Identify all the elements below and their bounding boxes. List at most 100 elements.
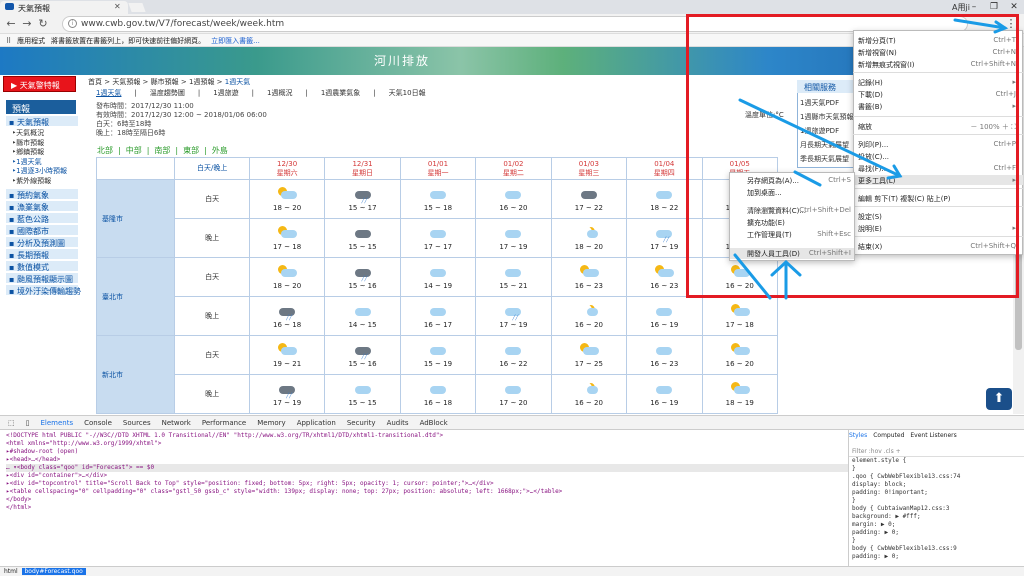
- weather-warning-button[interactable]: ▶ 天氣警特報: [3, 76, 76, 92]
- styles-tab[interactable]: Styles: [849, 432, 867, 439]
- dom-line[interactable]: ▸<head>…</head>: [6, 456, 848, 464]
- apps-icon[interactable]: ⠿: [6, 37, 11, 45]
- style-rule-line[interactable]: background: ▶ #fff;: [849, 513, 1024, 521]
- devtools-tab[interactable]: Application: [297, 419, 336, 427]
- left-menu-item[interactable]: ▪ 颱風預報顯示圖: [6, 273, 78, 284]
- forecast-cell[interactable]: ╱╱ 15 ~ 16: [324, 335, 401, 375]
- status-body[interactable]: body#Forecast.qoo: [21, 568, 86, 575]
- styles-tab[interactable]: Event Listeners: [910, 432, 956, 439]
- style-rule-line[interactable]: padding: ▶ 0;: [849, 529, 1024, 537]
- left-submenu-item[interactable]: ‣天氣概況: [12, 128, 78, 138]
- left-menu-item[interactable]: ▪ 漁業氣象: [6, 201, 78, 212]
- subnav-tab[interactable]: 溫度趨勢圖: [150, 89, 185, 97]
- style-rule-line[interactable]: body { CubtaiwanMap12.css:3: [849, 505, 1024, 513]
- forecast-cell[interactable]: 16 ~ 20: [475, 179, 552, 219]
- forecast-cell[interactable]: 15 ~ 15: [324, 218, 401, 258]
- apps-link[interactable]: 應用程式: [17, 37, 45, 45]
- style-rule-line[interactable]: }: [849, 465, 1024, 473]
- subnav-tab[interactable]: 1週旅遊: [213, 89, 238, 97]
- style-rule-line[interactable]: element.style {: [849, 457, 1024, 465]
- left-menu-item[interactable]: ▪ 預約氣象: [6, 189, 78, 200]
- forecast-cell[interactable]: 17 ~ 18: [248, 218, 326, 258]
- style-rule-line[interactable]: body { CwbWebFlexible13.css:9: [849, 545, 1024, 553]
- minimize-icon[interactable]: –: [964, 1, 984, 13]
- forecast-cell[interactable]: 17 ~ 22: [550, 179, 628, 219]
- city-name[interactable]: 新北市: [95, 335, 176, 414]
- forecast-cell[interactable]: 18 ~ 20: [550, 218, 628, 258]
- forecast-cell[interactable]: 18 ~ 19: [701, 374, 778, 414]
- back-icon[interactable]: ←: [4, 17, 18, 31]
- subnav-tab[interactable]: 1週農業氣象: [321, 89, 360, 97]
- forecast-cell[interactable]: 16 ~ 23: [626, 335, 703, 375]
- device-icon[interactable]: ▯: [26, 419, 30, 427]
- maximize-icon[interactable]: ❐: [984, 1, 1004, 13]
- forecast-cell[interactable]: 16 ~ 20: [550, 374, 628, 414]
- style-rule-line[interactable]: padding: 0!important;: [849, 489, 1024, 497]
- forecast-cell[interactable]: 16 ~ 22: [475, 335, 552, 375]
- forecast-cell[interactable]: 16 ~ 23: [550, 257, 628, 297]
- forecast-cell[interactable]: 14 ~ 19: [399, 257, 477, 297]
- style-rule-line[interactable]: padding: ▶ 0;: [849, 553, 1024, 561]
- forecast-cell[interactable]: 17 ~ 25: [550, 335, 628, 375]
- city-name[interactable]: 臺北市: [95, 257, 176, 336]
- breadcrumb-item[interactable]: 1週預報: [189, 78, 214, 86]
- dom-line[interactable]: <html xmlns="http://www.w3.org/1999/xhtm…: [6, 440, 848, 448]
- forecast-cell[interactable]: 18 ~ 20: [248, 257, 326, 297]
- dom-line[interactable]: ▸<table cellspacing="0" cellpadding="0" …: [6, 488, 848, 496]
- styles-tab[interactable]: Computed: [873, 432, 904, 439]
- forecast-cell[interactable]: 14 ~ 15: [324, 296, 401, 336]
- import-bookmarks-link[interactable]: 立即匯入書籤...: [211, 37, 260, 45]
- devtools-tab[interactable]: Audits: [387, 419, 409, 427]
- left-submenu-item[interactable]: ‣1週逐3小時預報: [12, 166, 78, 176]
- forecast-cell[interactable]: ╱╱ 15 ~ 16: [324, 257, 401, 297]
- breadcrumb-item[interactable]: 1週天氣: [225, 78, 250, 86]
- breadcrumb-item[interactable]: 首頁: [88, 78, 102, 86]
- left-menu-item[interactable]: ▪ 天氣預報: [6, 116, 78, 127]
- left-submenu-item[interactable]: ‣1週天氣: [12, 157, 78, 167]
- forecast-cell[interactable]: 15 ~ 15: [324, 374, 401, 414]
- region-tab[interactable]: 中部: [126, 146, 142, 155]
- breadcrumb-item[interactable]: 天氣預報: [112, 78, 140, 86]
- city-name[interactable]: 基隆市: [95, 179, 176, 258]
- forecast-cell[interactable]: 15 ~ 21: [475, 257, 552, 297]
- forecast-cell[interactable]: 16 ~ 17: [399, 296, 477, 336]
- forecast-cell[interactable]: 17 ~ 18: [701, 296, 778, 336]
- dom-line[interactable]: ▸<div id="topcontrol" title="Scroll Back…: [6, 480, 848, 488]
- region-tab[interactable]: 北部: [97, 146, 113, 155]
- close-window-icon[interactable]: ✕: [1004, 1, 1024, 13]
- left-menu-item[interactable]: ▪ 境外汙染傳輸趨勢: [6, 285, 81, 296]
- forecast-cell[interactable]: 16 ~ 20: [550, 296, 628, 336]
- style-rule-line[interactable]: .qoo { CwbWebFlexible13.css:74: [849, 473, 1024, 481]
- breadcrumb-item[interactable]: 縣市預報: [151, 78, 179, 86]
- reload-icon[interactable]: ↻: [36, 17, 50, 31]
- styles-filter[interactable]: Filter :hov .cls +: [849, 448, 1024, 457]
- forecast-cell[interactable]: ╱╱ 17 ~ 19: [248, 374, 326, 414]
- dom-line[interactable]: <!DOCTYPE html PUBLIC "-//W3C//DTD XHTML…: [6, 432, 848, 440]
- scroll-to-top-button[interactable]: ⬆: [986, 388, 1012, 410]
- left-menu-item[interactable]: ▪ 藍色公路: [6, 213, 78, 224]
- left-menu-item[interactable]: ▪ 長期預報: [6, 249, 78, 260]
- tab-close-icon[interactable]: ✕: [114, 2, 121, 11]
- subnav-tab[interactable]: 1週天氣: [96, 89, 121, 97]
- devtools-tab[interactable]: Sources: [123, 419, 151, 427]
- forecast-cell[interactable]: 15 ~ 18: [399, 179, 477, 219]
- region-tab[interactable]: 南部: [154, 146, 170, 155]
- dom-line[interactable]: </html>: [6, 504, 848, 512]
- forecast-cell[interactable]: 17 ~ 19: [475, 218, 552, 258]
- forecast-cell[interactable]: 19 ~ 21: [248, 335, 326, 375]
- forecast-cell[interactable]: ╱╱ 16 ~ 18: [248, 296, 326, 336]
- style-rule-line[interactable]: display: block;: [849, 481, 1024, 489]
- left-menu-item[interactable]: ▪ 分析及預測圖: [6, 237, 78, 248]
- dom-line[interactable]: … ▾<body class="qoo" id="Forecast"> == $…: [6, 464, 848, 472]
- left-submenu-item[interactable]: ‣鄉鎮預報: [12, 147, 78, 157]
- left-menu-item[interactable]: ▪ 國際都市: [6, 225, 78, 236]
- devtools-tab[interactable]: Security: [347, 419, 376, 427]
- devtools-tab[interactable]: Memory: [257, 419, 285, 427]
- dom-line[interactable]: </body>: [6, 496, 848, 504]
- status-html[interactable]: html: [4, 568, 18, 575]
- left-submenu-item[interactable]: ‣紫外線預報: [12, 176, 78, 186]
- forecast-cell[interactable]: 17 ~ 20: [475, 374, 552, 414]
- devtools-tab[interactable]: Network: [162, 419, 191, 427]
- dom-line[interactable]: ▸<div id="container">…</div>: [6, 472, 848, 480]
- devtools-tab[interactable]: Console: [84, 419, 112, 427]
